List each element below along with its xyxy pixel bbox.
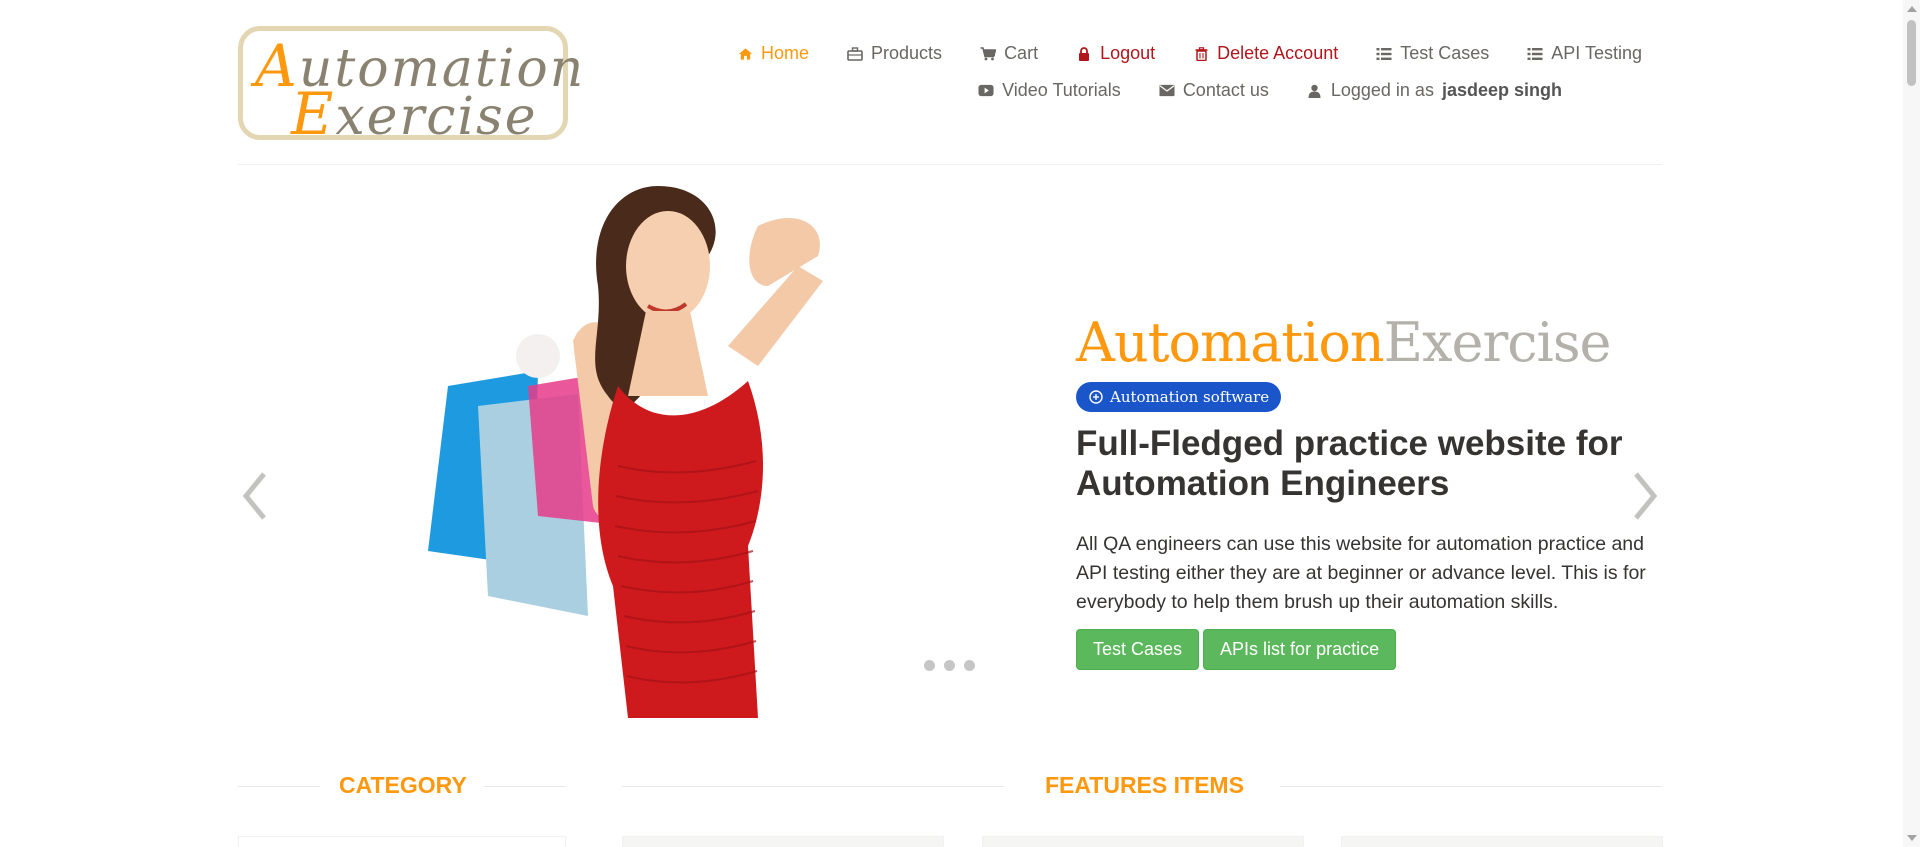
list-icon <box>1376 46 1392 62</box>
carousel-dot-1[interactable] <box>924 660 935 671</box>
category-rule-left <box>238 786 320 787</box>
lock-icon <box>1076 46 1092 62</box>
category-rule-right <box>484 786 566 787</box>
scroll-up-arrow-icon[interactable] <box>1907 6 1917 12</box>
nav-contact-us[interactable]: Contact us <box>1159 80 1269 101</box>
carousel-dot-3[interactable] <box>964 660 975 671</box>
list-icon <box>1527 46 1543 62</box>
nav-row-1: Home Products Cart Logout Delete Account… <box>722 35 1662 72</box>
features-items-title: FEATURES ITEMS <box>1045 772 1244 798</box>
hero-buttons: Test Cases APIs list for practice <box>1076 629 1662 670</box>
product-card <box>982 836 1304 847</box>
hero-description: All QA engineers can use this website fo… <box>1076 533 1646 613</box>
logo-line-2: Exercise <box>291 80 538 148</box>
hero-brand: AutomationExercise <box>1076 311 1611 374</box>
product-card <box>1341 836 1663 847</box>
main-nav: Home Products Cart Logout Delete Account… <box>722 35 1662 109</box>
features-rule-right <box>1280 786 1662 787</box>
carousel-prev-arrow[interactable] <box>238 466 278 526</box>
nav-home[interactable]: Home <box>737 43 809 64</box>
envelope-icon <box>1159 83 1175 99</box>
nav-test-cases[interactable]: Test Cases <box>1376 43 1489 64</box>
hero-model-image <box>428 186 823 718</box>
features-rule-left <box>622 786 1004 787</box>
nav-products[interactable]: Products <box>847 43 942 64</box>
product-card <box>622 836 944 847</box>
site-logo[interactable]: Automation Exercise <box>238 26 583 148</box>
nav-api-testing[interactable]: API Testing <box>1527 43 1642 64</box>
logged-in-username: jasdeep singh <box>1441 80 1562 100</box>
nav-logout[interactable]: Logout <box>1076 43 1155 64</box>
scroll-down-arrow-icon[interactable] <box>1907 835 1917 841</box>
nav-logged-in-as[interactable]: Logged in as jasdeep singh <box>1307 80 1562 101</box>
hero-heading: Full-Fledged practice website for Automa… <box>1076 424 1623 503</box>
carousel-dot-2[interactable] <box>944 660 955 671</box>
page-scrollbar[interactable] <box>1903 0 1920 847</box>
home-icon <box>737 46 753 62</box>
user-icon <box>1307 83 1323 99</box>
automation-software-badge[interactable]: Automation software <box>1076 382 1282 412</box>
category-title: CATEGORY <box>339 772 467 798</box>
nav-delete-account[interactable]: Delete Account <box>1193 43 1338 64</box>
plus-circle-icon <box>1088 389 1104 405</box>
site-header: Automation Exercise Home Products Cart L… <box>238 20 1662 165</box>
chevron-left-icon <box>242 472 266 520</box>
category-panel <box>238 836 566 847</box>
scrollbar-thumb[interactable] <box>1907 20 1916 86</box>
trash-icon <box>1193 46 1209 62</box>
carousel-indicators <box>924 660 975 671</box>
cart-icon <box>980 46 997 62</box>
test-cases-button[interactable]: Test Cases <box>1076 629 1200 670</box>
nav-video-tutorials[interactable]: Video Tutorials <box>978 80 1121 101</box>
nav-row-2: Video Tutorials Contact us Logged in as … <box>722 72 1662 109</box>
hero-carousel: AutomationExercise Automation software F… <box>238 166 1662 718</box>
apis-list-button[interactable]: APIs list for practice <box>1203 629 1397 670</box>
hero-content: AutomationExercise Automation software F… <box>1076 316 1662 670</box>
youtube-icon <box>978 83 994 99</box>
briefcase-icon <box>847 46 863 62</box>
nav-cart[interactable]: Cart <box>980 43 1038 64</box>
